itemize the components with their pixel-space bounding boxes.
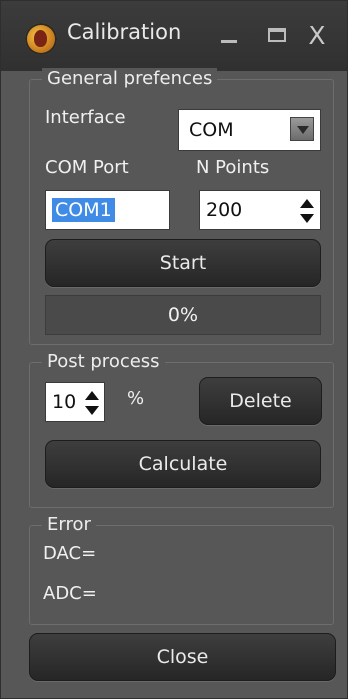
adc-label: ADC=	[43, 583, 97, 604]
n-points-value: 200	[206, 199, 243, 221]
post-process-value: 10	[52, 391, 77, 413]
general-preferences-group: General prefences Interface COM COM Port…	[29, 68, 334, 345]
calculate-button[interactable]: Calculate	[45, 440, 321, 488]
close-button[interactable]: Close	[29, 633, 336, 681]
dac-label: DAC=	[43, 543, 97, 564]
percent-unit-label: %	[127, 388, 145, 409]
interface-combobox[interactable]: COM	[178, 109, 321, 151]
chevron-down-icon[interactable]	[290, 117, 314, 141]
com-port-field[interactable]: COM1	[45, 190, 170, 230]
general-preferences-legend: General prefences	[42, 68, 218, 90]
window-title: Calibration	[67, 20, 182, 44]
com-port-value: COM1	[52, 198, 115, 222]
progress-text: 0%	[167, 304, 199, 326]
close-icon[interactable]: X	[299, 15, 335, 55]
error-legend: Error	[42, 514, 96, 536]
maximize-icon[interactable]	[259, 15, 295, 55]
n-points-label: N Points	[196, 157, 270, 178]
post-process-group: Post process 10 % Delete Calculate	[29, 351, 334, 508]
interface-value: COM	[189, 119, 234, 141]
error-group: Error DAC= ADC=	[29, 514, 334, 625]
app-logo-icon	[25, 23, 57, 55]
spin-arrows-icon[interactable]	[300, 199, 314, 223]
minimize-icon[interactable]	[211, 15, 247, 55]
interface-label: Interface	[45, 107, 126, 128]
calibration-window: Calibration X General prefences Interfac…	[0, 0, 348, 699]
spin-arrows-icon[interactable]	[85, 391, 99, 415]
progress-bar: 0%	[45, 295, 321, 335]
title-bar[interactable]: Calibration X	[1, 1, 347, 71]
post-process-spinbox[interactable]: 10	[45, 382, 105, 422]
com-port-label: COM Port	[45, 157, 129, 178]
delete-button[interactable]: Delete	[199, 377, 322, 425]
start-button[interactable]: Start	[45, 239, 321, 287]
post-process-legend: Post process	[42, 351, 165, 373]
n-points-spinbox[interactable]: 200	[199, 190, 321, 230]
